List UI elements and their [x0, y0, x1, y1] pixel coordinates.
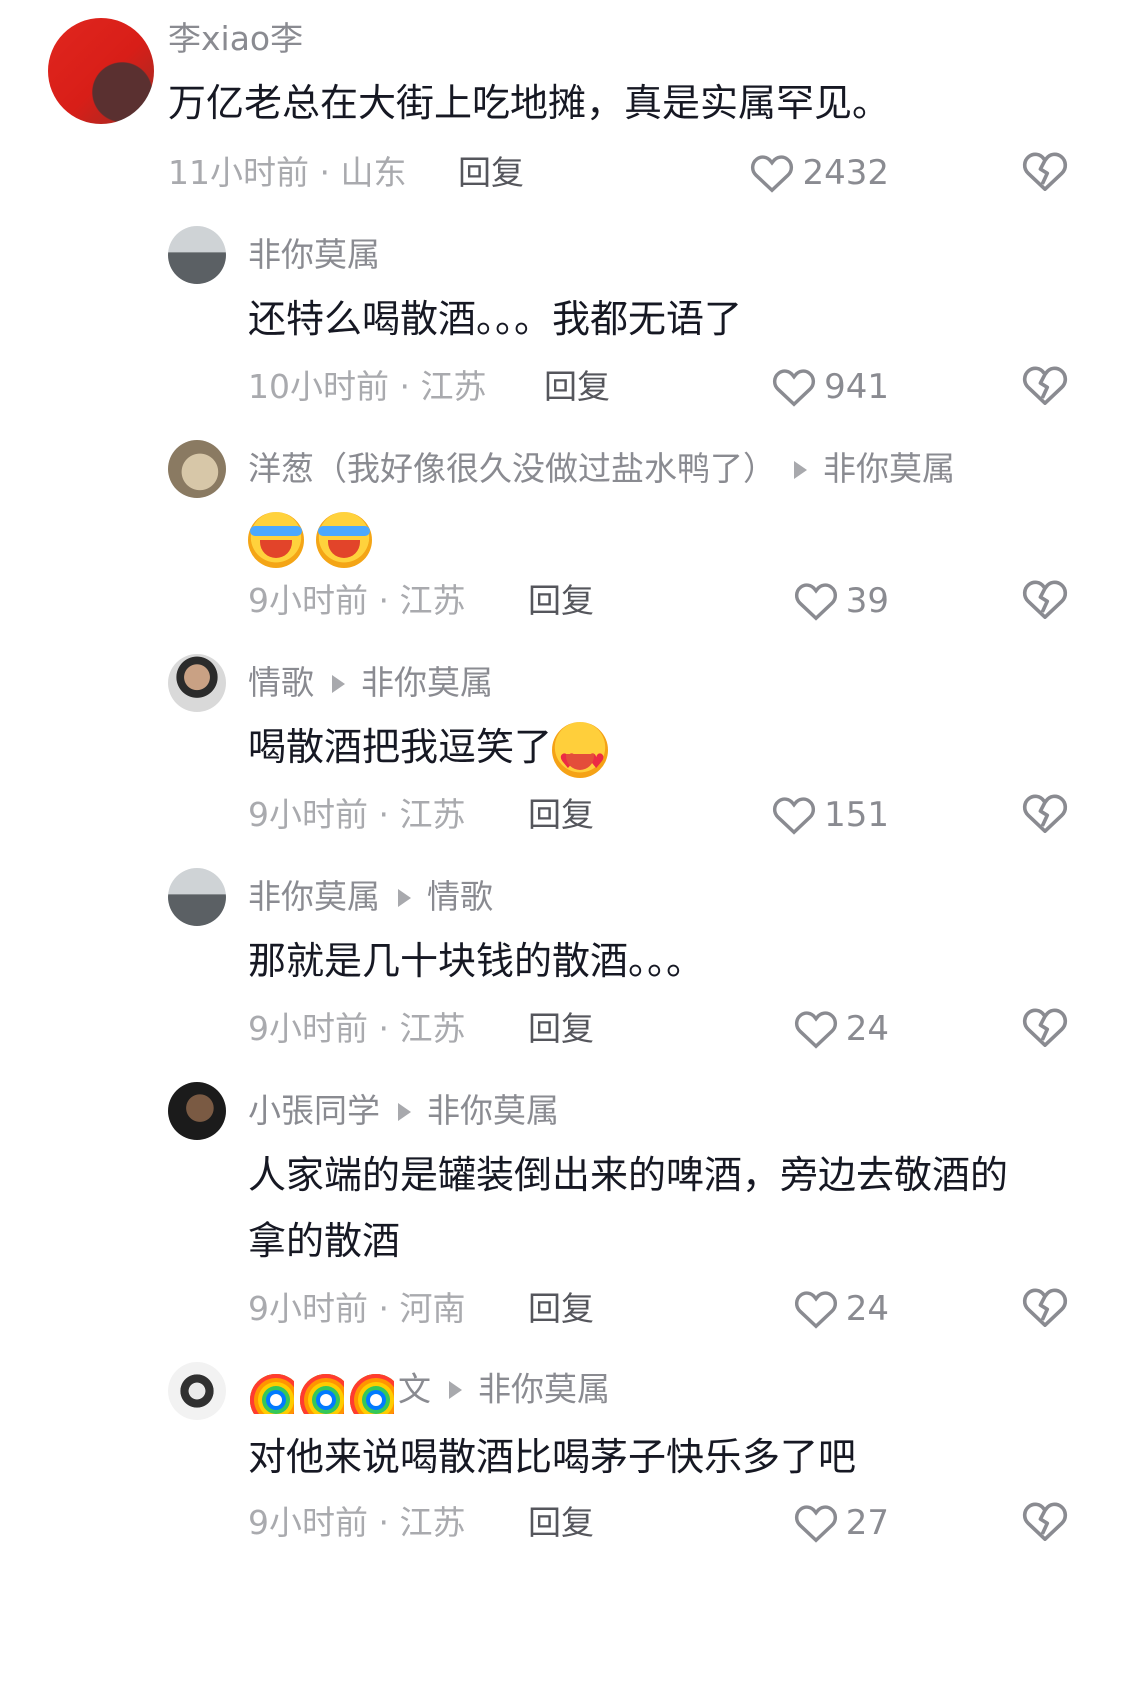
broken-heart-icon[interactable] — [1022, 578, 1068, 620]
rainbow-icon — [348, 1368, 394, 1414]
reply-button[interactable]: 回复 — [458, 152, 524, 194]
reply-button[interactable]: 回复 — [528, 1008, 594, 1050]
comment-author[interactable]: 李xiao李 — [168, 18, 303, 60]
avatar[interactable] — [168, 1362, 226, 1420]
comment-author[interactable]: 小張同学 非你莫属 — [248, 1090, 559, 1132]
broken-heart-icon[interactable] — [1022, 1500, 1068, 1542]
reply-to-name: 非你莫属 — [361, 663, 493, 702]
triangle-right-icon — [794, 460, 807, 479]
heart-eyes-emoji — [552, 721, 609, 794]
broken-heart-icon[interactable] — [1022, 1006, 1068, 1048]
comment-text: 还特么喝散酒。。。我都无语了 — [248, 297, 743, 341]
comment-meta: 9小时前 · 江苏 — [248, 581, 466, 620]
heart-outline-icon — [794, 1291, 837, 1329]
comment-author[interactable]: 情歌 非你莫属 — [248, 662, 493, 704]
reply-button[interactable]: 回复 — [544, 366, 610, 408]
like-button[interactable]: 27 — [794, 1500, 889, 1546]
like-count: 27 — [845, 1503, 889, 1543]
avatar[interactable] — [168, 226, 226, 284]
comment-meta: 9小时前 · 江苏 — [248, 795, 466, 834]
laughing-crying-emoji — [316, 511, 373, 568]
comment-meta: 9小时前 · 江苏 — [248, 1503, 466, 1542]
like-button[interactable]: 2432 — [750, 150, 889, 196]
reply-to-name: 非你莫属 — [478, 1369, 610, 1409]
comment-text: 那就是几十块钱的散酒。。。 — [248, 939, 705, 983]
triangle-right-icon — [398, 1102, 411, 1121]
like-button[interactable]: 24 — [794, 1006, 889, 1052]
like-button[interactable]: 39 — [794, 578, 889, 624]
comment-author[interactable]: 非你莫属 情歌 — [248, 876, 493, 918]
broken-heart-icon[interactable] — [1022, 792, 1068, 834]
avatar[interactable] — [168, 654, 226, 712]
like-count: 39 — [845, 581, 889, 621]
like-count: 941 — [824, 367, 889, 407]
avatar[interactable] — [168, 1082, 226, 1140]
comment-author[interactable]: 非你莫属 — [248, 234, 380, 276]
triangle-right-icon — [398, 888, 411, 907]
comment-text: 喝散酒把我逗笑了 — [248, 714, 609, 794]
avatar[interactable] — [168, 868, 226, 926]
comment-author[interactable]: 洋葱（我好像很久没做过盐水鸭了） 非你莫属 — [248, 448, 955, 490]
avatar[interactable] — [48, 18, 154, 124]
reply-button[interactable]: 回复 — [528, 580, 594, 622]
broken-heart-icon[interactable] — [1022, 364, 1068, 406]
comment-meta: 9小时前 · 江苏 — [248, 1009, 466, 1048]
rainbow-icon — [248, 1368, 294, 1414]
heart-outline-icon — [773, 369, 816, 407]
reply-button[interactable]: 回复 — [528, 794, 594, 836]
comment-meta: 9小时前 · 河南 — [248, 1289, 466, 1328]
like-button[interactable]: 941 — [772, 364, 889, 410]
like-count: 151 — [824, 795, 889, 835]
laughing-crying-emoji — [248, 511, 304, 568]
comment-text: 对他来说喝散酒比喝茅子快乐多了吧 — [248, 1435, 857, 1479]
like-count: 24 — [845, 1289, 889, 1329]
like-button[interactable]: 151 — [772, 792, 889, 838]
triangle-right-icon — [449, 1381, 462, 1399]
reply-button[interactable]: 回复 — [528, 1288, 594, 1330]
comment-text: 人家端的是罐装倒出来的啤酒，旁边去敬酒的拿的散酒 — [248, 1153, 1009, 1263]
like-button[interactable]: 24 — [794, 1286, 889, 1332]
reply-to-name: 非你莫属 — [823, 449, 955, 488]
heart-outline-icon — [773, 797, 816, 835]
rainbow-icon — [298, 1368, 344, 1414]
like-count: 24 — [845, 1009, 889, 1049]
heart-outline-icon — [794, 583, 837, 621]
heart-outline-icon — [794, 1011, 837, 1049]
comment-author[interactable]: 文非你莫属 — [248, 1368, 610, 1414]
avatar[interactable] — [168, 440, 226, 498]
like-count: 2432 — [802, 153, 889, 193]
comment-meta: 10小时前 · 江苏 — [248, 367, 487, 406]
reply-button[interactable]: 回复 — [528, 1502, 594, 1544]
comment-text — [248, 504, 373, 570]
reply-to-name: 非你莫属 — [427, 1091, 559, 1130]
heart-outline-icon — [794, 1505, 837, 1543]
heart-outline-icon — [751, 155, 794, 193]
broken-heart-icon[interactable] — [1022, 1286, 1068, 1328]
reply-to-name: 情歌 — [427, 877, 493, 916]
comment-meta: 11小时前 · 山东 — [168, 153, 407, 192]
broken-heart-icon[interactable] — [1022, 150, 1068, 192]
triangle-right-icon — [332, 674, 345, 693]
comment-text: 万亿老总在大街上吃地摊，真是实属罕见。 — [168, 81, 891, 125]
